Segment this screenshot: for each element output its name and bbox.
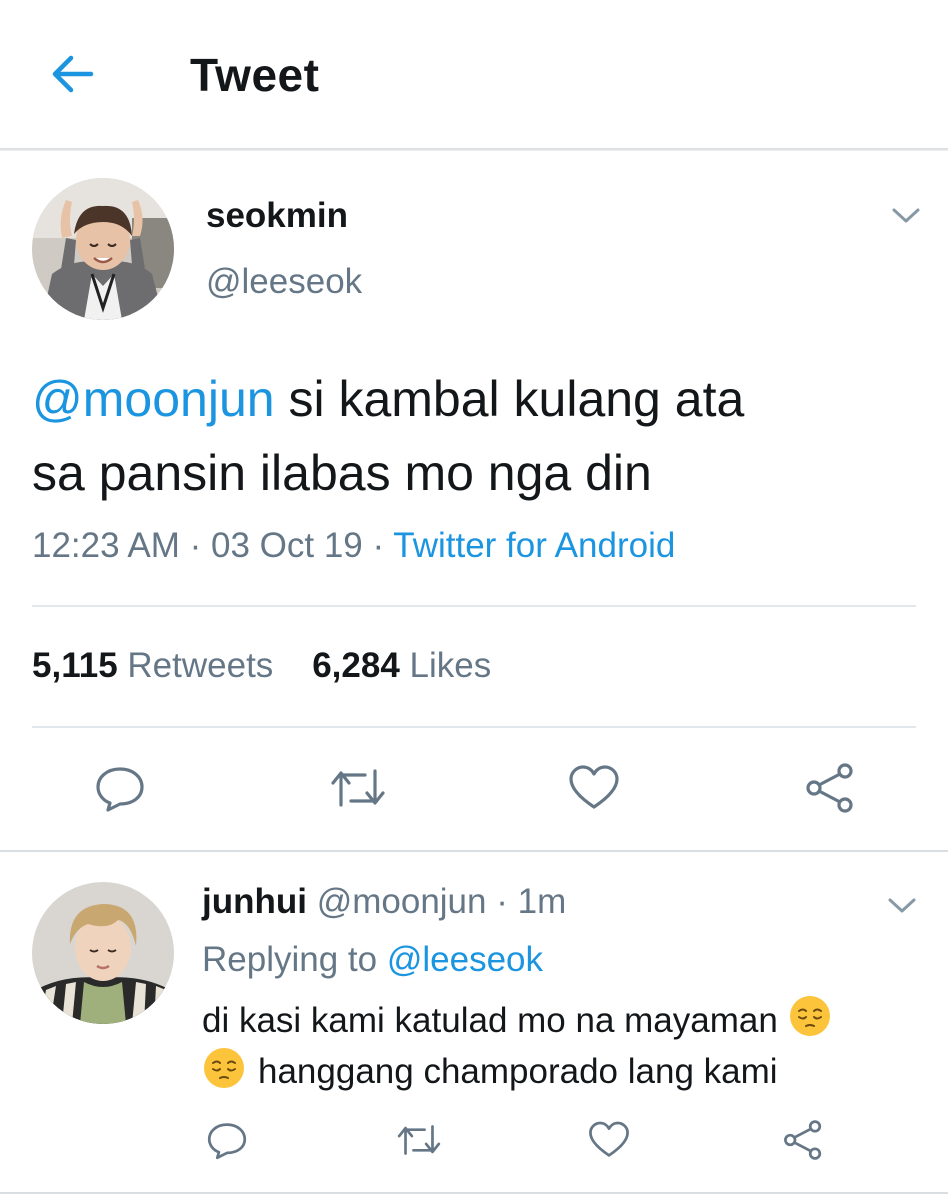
chevron-down-icon — [892, 208, 920, 223]
back-button[interactable] — [46, 52, 98, 96]
reply-header: junhui @moonjun · 1m — [202, 882, 566, 922]
tweet-options-button[interactable] — [886, 200, 926, 232]
likes-stat[interactable]: 6,284 Likes — [312, 646, 491, 685]
reply-text-line2: hanggang champorado lang kami — [258, 1052, 778, 1091]
tweet-text-line1: si kambal kulang ata — [274, 371, 745, 427]
replying-to-link[interactable]: @leeseok — [387, 940, 543, 979]
author-name[interactable]: seokmin — [206, 196, 348, 236]
retweet-button[interactable] — [328, 762, 388, 814]
tweet-time: 12:23 AM — [32, 526, 180, 565]
section-divider — [0, 850, 948, 852]
reply-icon — [96, 767, 144, 812]
tweet-stats: 5,115 Retweets 6,284 Likes — [32, 646, 491, 686]
retweet-icon — [397, 1125, 441, 1155]
share-icon — [784, 1120, 822, 1160]
arrow-left-icon — [52, 55, 94, 93]
pensive-face-emoji-icon — [789, 996, 830, 1036]
like-button[interactable] — [566, 762, 622, 814]
reply-button[interactable] — [92, 762, 148, 814]
retweet-icon — [331, 769, 385, 807]
retweet-label: Retweets — [127, 646, 274, 685]
pensive-face-emoji-icon — [204, 1048, 244, 1088]
reply-icon — [207, 1123, 247, 1160]
app-header: Tweet — [0, 0, 948, 150]
page-title: Tweet — [190, 49, 320, 101]
divider — [32, 605, 916, 607]
avatar-image — [32, 882, 174, 1024]
author-handle[interactable]: @leeseok — [206, 262, 362, 302]
tweet-text: @moonjun si kambal kulang ata sa pansin … — [32, 362, 912, 510]
retweets-stat[interactable]: 5,115 Retweets — [32, 646, 273, 685]
reply-like-button[interactable] — [586, 1118, 632, 1162]
chevron-down-icon — [888, 898, 916, 913]
like-icon — [589, 1121, 629, 1157]
replying-to: Replying to @leeseok — [202, 940, 543, 980]
meta-separator: · — [179, 526, 211, 565]
reply-retweet-button[interactable] — [394, 1118, 444, 1162]
header-divider — [0, 148, 948, 151]
reply-reply-button[interactable] — [204, 1118, 250, 1162]
tweet-source-link[interactable]: Twitter for Android — [393, 526, 675, 565]
reply-text-line1: di kasi kami katulad mo na mayaman — [202, 1001, 778, 1040]
meta-separator: · — [486, 882, 518, 921]
tweet-text-line2: sa pansin ilabas mo nga din — [32, 445, 652, 501]
like-icon — [569, 765, 619, 809]
reply-share-button[interactable] — [780, 1118, 826, 1162]
like-label: Likes — [409, 646, 492, 685]
meta-separator: · — [362, 526, 394, 565]
tweet-date: 03 Oct 19 — [211, 526, 363, 565]
retweet-count: 5,115 — [32, 646, 118, 685]
share-button[interactable] — [802, 762, 858, 814]
tweet-meta: 12:23 AM · 03 Oct 19 · Twitter for Andro… — [32, 526, 675, 566]
author-avatar[interactable] — [32, 178, 174, 320]
reply-author-name[interactable]: junhui — [202, 882, 307, 921]
reply-time: 1m — [517, 882, 567, 921]
section-divider — [0, 1192, 948, 1194]
replying-to-label: Replying to — [202, 940, 387, 979]
avatar-image — [32, 178, 174, 320]
reply-author-avatar[interactable] — [32, 882, 174, 1024]
mention-link[interactable]: @moonjun — [32, 371, 275, 427]
reply-options-button[interactable] — [882, 890, 922, 922]
share-icon — [806, 763, 853, 813]
reply-author-handle[interactable]: @moonjun — [317, 882, 487, 921]
like-count: 6,284 — [312, 646, 400, 685]
reply-text: di kasi kami katulad mo na mayaman — [202, 994, 922, 1047]
divider — [32, 726, 916, 728]
